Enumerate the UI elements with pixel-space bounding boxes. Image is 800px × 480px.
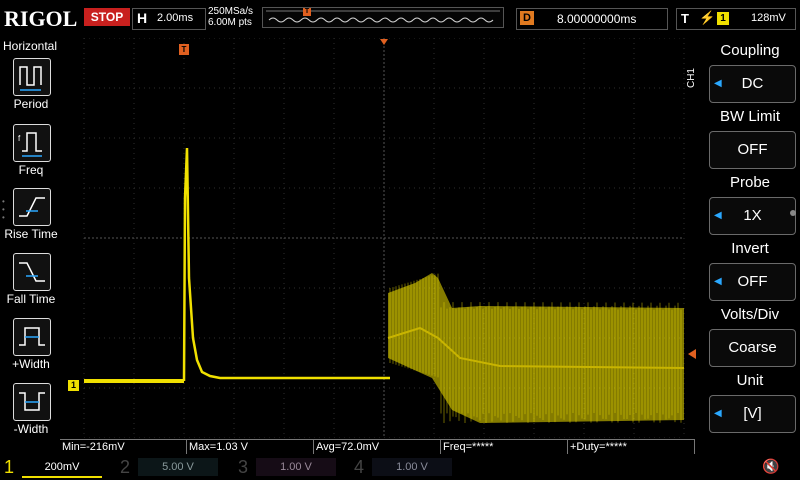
rigol-logo: RIGOL [4,6,78,31]
menu-item-title: Volts/Div [720,306,780,323]
memory-overview[interactable]: T [262,7,504,28]
ch1-trace-spike [182,147,390,382]
channel-tag: CH1 [686,68,697,89]
channel-number: 1 [4,457,15,477]
delay-box[interactable]: D 8.00000000ms [516,8,668,30]
meas-min[interactable]: Min=-216mV [60,439,187,454]
menu-item-label: Rise Time [4,227,58,241]
menu-item-neg-width[interactable]: -Width [0,381,62,445]
probe-value[interactable]: ◀ 1X [709,197,796,235]
menu-item-fall-time[interactable]: Fall Time [0,251,62,315]
menu-item-title: Coupling [720,42,780,59]
fall-time-icon [13,253,51,291]
menu-item-label: +Width [12,357,50,371]
measurement-bar: Min=-216mV Max=1.03 V Avg=72.0mV Freq=**… [60,439,700,454]
channel-number: 4 [354,457,365,477]
delay-label: D [520,11,534,25]
channel-scale: 200mV [22,458,102,478]
menu-unit[interactable]: Unit ◀ [V] [704,372,796,436]
menu-item-title: Invert [731,240,769,257]
channel-1-tab[interactable]: 1 200mV [0,456,112,478]
meas-freq[interactable]: Freq=***** [441,439,568,454]
menu-item-rise-time[interactable]: Rise Time [0,186,62,250]
menu-item-freq[interactable]: f Freq [0,122,62,186]
freq-icon: f [13,124,51,162]
menu-title: Horizontal [3,39,58,53]
menu-item-title: Unit [736,372,764,389]
rising-edge-icon: ⚡ [699,10,716,25]
menu-probe[interactable]: Probe ◀ 1X [704,174,796,238]
menu-item-pos-width[interactable]: +Width [0,316,62,380]
channel-menu: Coupling ◀ DC BW Limit OFF Probe ◀ 1X Inve… [700,38,800,438]
menu-scroll-dot [790,210,796,216]
channel-number: 3 [238,457,249,477]
meas-max[interactable]: Max=1.03 V [187,439,314,454]
trigger-box[interactable]: T ⚡ 1 128mV [676,8,796,30]
delay-value: 8.00000000ms [557,12,637,26]
channel-scale: 1.00 V [372,458,452,476]
channel-3-tab[interactable]: 3 1.00 V [234,456,346,478]
memory-depth: 6.00M pts [208,17,252,28]
menu-volts-div[interactable]: Volts/Div Coarse [704,306,796,370]
menu-item-label: Fall Time [6,292,56,306]
channel-scale: 5.00 V [138,458,218,476]
sample-rate: 250MSa/s [208,6,254,17]
meas-duty[interactable]: +Duty=***** [568,439,695,454]
select-arrow-icon: ◀ [714,210,722,221]
coupling-value[interactable]: ◀ DC [709,65,796,103]
timebase-label: H [137,10,148,26]
timebase-value: 2.00ms [157,12,194,24]
menu-item-label: Period [13,97,49,111]
menu-item-title: Probe [729,174,771,191]
menu-coupling[interactable]: Coupling ◀ DC [704,42,796,106]
select-arrow-icon: ◀ [714,78,722,89]
svg-text:f: f [18,134,21,143]
menu-item-period[interactable]: Period [0,56,62,120]
channel-number: 2 [120,457,131,477]
trigger-level: 128mV [751,12,786,24]
status-bar: RIGOL STOP H 2.00ms 250MSa/s 6.00M pts T… [0,0,800,36]
channel-2-tab[interactable]: 2 5.00 V [116,456,228,478]
neg-width-icon [13,383,51,421]
meas-avg[interactable]: Avg=72.0mV [314,439,441,454]
trigger-label: T [681,11,689,26]
trigger-position-marker: T [179,44,189,55]
channel-4-tab[interactable]: 4 1.00 V [350,456,462,478]
trigger-source: 1 [717,12,729,25]
memory-waveform-icon [266,10,500,23]
rise-time-icon [13,188,51,226]
bw-limit-value[interactable]: OFF [709,131,796,169]
memory-trigger-marker: T [303,8,311,16]
run-stop-indicator[interactable]: STOP [84,8,130,26]
volts-div-value[interactable]: Coarse [709,329,796,367]
menu-item-label: -Width [13,422,49,436]
horizontal-menu: Horizontal • • • Period f Freq Rise Time F… [0,38,60,438]
channel-bar: 1 200mV 2 5.00 V 3 1.00 V 4 1.00 V 🔇 [0,454,800,480]
select-arrow-icon: ◀ [714,276,722,287]
ch1-ground-marker: 1 [68,380,79,391]
delay-center-marker [380,39,388,45]
select-arrow-icon: ◀ [714,408,722,419]
unit-value[interactable]: ◀ [V] [709,395,796,433]
timebase-box[interactable]: H 2.00ms [132,8,206,30]
pos-width-icon [13,318,51,356]
channel-scale: 1.00 V [256,458,336,476]
menu-bw-limit[interactable]: BW Limit OFF [704,108,796,172]
menu-invert[interactable]: Invert ◀ OFF [704,240,796,304]
speaker-muted-icon[interactable]: 🔇 [762,458,779,475]
menu-item-label: Freq [18,163,44,177]
invert-value[interactable]: ◀ OFF [709,263,796,301]
acquisition-info: 250MSa/s 6.00M pts [208,6,253,28]
trigger-level-marker [688,349,696,359]
period-icon [13,58,51,96]
waveform-grid [83,37,685,439]
waveform-display[interactable] [60,37,686,439]
menu-item-title: BW Limit [720,108,780,125]
